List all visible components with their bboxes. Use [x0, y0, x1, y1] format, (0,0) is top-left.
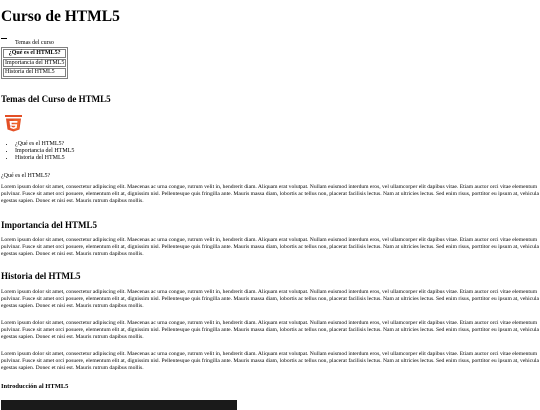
- section-title-history: Historia del HTML5: [1, 271, 81, 281]
- intro-video-title: Introducción al HTML5: [1, 383, 69, 390]
- topics-list-item: Historia del HTML5: [15, 155, 74, 162]
- topics-table-row-importance: Importancia del HTML5: [3, 58, 67, 67]
- toc-divider: [1, 38, 7, 39]
- topics-table-header: ¿Qué es el HTML5?: [3, 49, 67, 58]
- topics-table: ¿Qué es el HTML5? Importancia del HTML5 …: [1, 47, 69, 79]
- intro-question-text: ¿Qué es el HTML5?: [1, 173, 51, 179]
- paragraph-what-is-html5: Lorem ipsum dolor sit amet, consectetur …: [1, 184, 539, 204]
- topics-list-item: ¿Qué es el HTML5?: [15, 141, 74, 148]
- section-title-course-topics: Temas del Curso de HTML5: [1, 94, 111, 104]
- intro-video-player[interactable]: [1, 400, 237, 410]
- topics-list: ¿Qué es el HTML5? Importancia del HTML5 …: [8, 141, 74, 162]
- topics-list-item: Importancia del HTML5: [15, 148, 74, 155]
- paragraph-history-2: Lorem ipsum dolor sit amet, consectetur …: [1, 320, 539, 340]
- topics-table-caption: Temas del curso: [15, 40, 54, 46]
- page-title: Curso de HTML5: [1, 8, 120, 25]
- topics-table-row-history: Historia del HTML5: [3, 68, 67, 77]
- paragraph-history-1: Lorem ipsum dolor sit amet, consectetur …: [1, 289, 539, 309]
- paragraph-importance: Lorem ipsum dolor sit amet, consectetur …: [1, 237, 539, 257]
- paragraph-history-3: Lorem ipsum dolor sit amet, consectetur …: [1, 351, 539, 371]
- section-title-importance: Importancia del HTML5: [1, 220, 97, 230]
- html5-logo-icon: [3, 114, 24, 132]
